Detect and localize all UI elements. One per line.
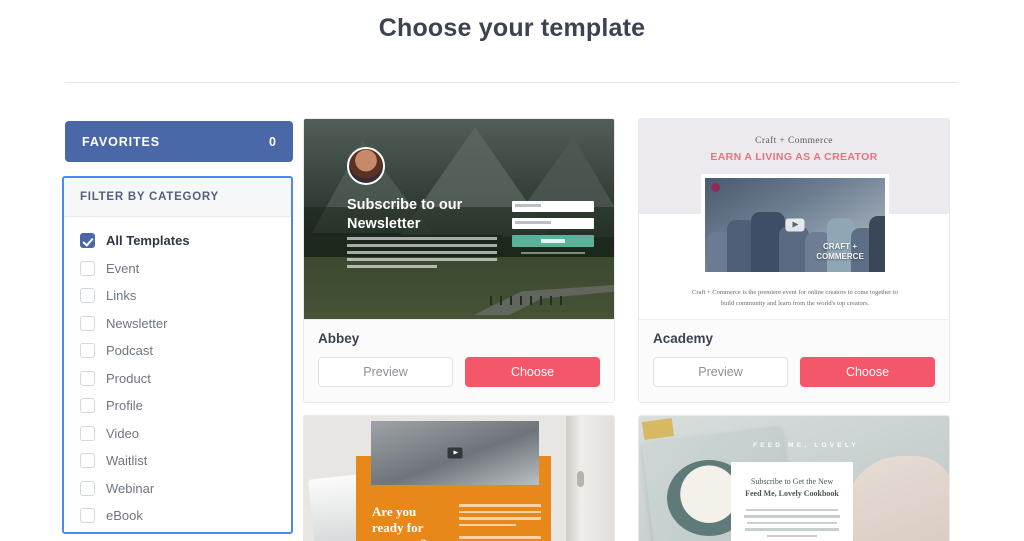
sidebar: FAVORITES 0 FILTER BY CATEGORY All Templ… <box>62 121 293 534</box>
thumbnail-heading: Are you ready for more art? <box>372 504 427 541</box>
card-actions: Preview Choose <box>318 357 600 387</box>
filter-by-category-panel: FILTER BY CATEGORY All Templates Event L… <box>62 176 293 534</box>
video-frame: CRAFT + COMMERCE <box>701 174 889 276</box>
signup-panel: Subscribe to Get the New Feed Me, Lovely… <box>731 462 853 541</box>
filter-option-podcast[interactable]: Podcast <box>64 337 291 365</box>
filter-option-label: Links <box>106 288 137 304</box>
template-thumbnail[interactable]: Craft + Commerce EARN A LIVING AS A CREA… <box>639 119 949 319</box>
checkbox-icon[interactable] <box>80 508 95 524</box>
filter-option-label: All Templates <box>106 233 190 249</box>
choose-template-page: Choose your template FAVORITES 0 FILTER … <box>0 0 1024 541</box>
filter-option-label: Newsletter <box>106 315 168 331</box>
preview-button[interactable]: Preview <box>653 357 788 387</box>
template-thumbnail[interactable]: Subscribe to our Newsletter <box>304 119 614 319</box>
filter-option-all-templates[interactable]: All Templates <box>64 227 291 255</box>
email-field <box>512 218 594 229</box>
filter-option-ebook[interactable]: eBook <box>64 502 291 530</box>
choose-button[interactable]: Choose <box>465 357 600 387</box>
checkbox-icon[interactable] <box>80 398 95 414</box>
filter-option-label: Event <box>106 260 140 276</box>
checkbox-icon[interactable] <box>80 288 95 304</box>
thumbnail-heading: Subscribe to our Newsletter <box>347 197 463 233</box>
filter-option-webinar[interactable]: Webinar <box>64 475 291 503</box>
template-card-abbey[interactable]: Subscribe to our Newsletter Abbey Previe… <box>303 118 615 403</box>
preview-button[interactable]: Preview <box>318 357 453 387</box>
filter-option-label: Waitlist <box>106 453 148 469</box>
filter-option-label: Webinar <box>106 480 155 496</box>
checkbox-icon[interactable] <box>80 453 95 469</box>
thumbnail-signup-form <box>512 201 594 255</box>
brand-label: FEED ME, LOVELY <box>753 442 859 449</box>
filter-option-label: Podcast <box>106 343 153 359</box>
filter-option-label: Video <box>106 425 140 441</box>
thumbnail-body-text: Craft + Commerce is the premiere event f… <box>692 289 898 308</box>
card-footer: Academy Preview Choose <box>639 319 949 402</box>
submit-button <box>512 235 594 247</box>
fine-print <box>521 252 585 255</box>
video-thumbnail <box>371 421 539 485</box>
avatar <box>347 147 385 185</box>
door-shape <box>566 416 614 541</box>
filter-option-newsletter[interactable]: Newsletter <box>64 310 291 338</box>
filter-option-waitlist[interactable]: Waitlist <box>64 447 291 475</box>
panel-heading: Subscribe to Get the New Feed Me, Lovely… <box>743 476 841 500</box>
play-icon <box>447 447 463 459</box>
logo-badge-icon <box>711 183 720 192</box>
template-name: Academy <box>653 331 714 346</box>
thumbnail-paragraph-placeholder <box>459 504 541 541</box>
video-thumbnail: CRAFT + COMMERCE <box>705 178 885 272</box>
checkbox-icon[interactable] <box>80 343 95 359</box>
door-knob <box>577 471 584 487</box>
filter-option-label: eBook <box>106 508 143 524</box>
filter-option-product[interactable]: Product <box>64 365 291 393</box>
filter-option-links[interactable]: Links <box>64 282 291 310</box>
filter-option-profile[interactable]: Profile <box>64 392 291 420</box>
checkbox-icon[interactable] <box>80 315 95 331</box>
filter-option-label: Product <box>106 370 151 386</box>
checkbox-icon[interactable] <box>80 425 95 441</box>
panel-heading-line2: Feed Me, Lovely Cookbook <box>745 489 839 498</box>
template-card-fourth[interactable]: FEED ME, LOVELY Subscribe to Get the New… <box>638 415 950 541</box>
checkbox-icon[interactable] <box>80 260 95 276</box>
checkbox-icon[interactable] <box>80 370 95 386</box>
page-title: Choose your template <box>378 14 646 42</box>
filter-panel-header: FILTER BY CATEGORY <box>64 178 291 217</box>
choose-button[interactable]: Choose <box>800 357 935 387</box>
filter-option-video[interactable]: Video <box>64 420 291 448</box>
template-thumbnail[interactable]: FEED ME, LOVELY Subscribe to Get the New… <box>639 416 949 541</box>
template-name: Abbey <box>318 331 360 346</box>
thumbnail-paragraph-placeholder <box>347 237 497 272</box>
template-card-third[interactable]: Are you ready for more art? <box>303 415 615 541</box>
filter-heading: FILTER BY CATEGORY <box>80 191 219 203</box>
template-thumbnail[interactable]: Are you ready for more art? <box>304 416 614 541</box>
play-icon <box>785 218 805 232</box>
crowd-illustration <box>705 206 885 272</box>
checkbox-icon[interactable] <box>80 480 95 496</box>
panel-paragraph-placeholder <box>743 509 841 541</box>
panel-heading-line1: Subscribe to Get the New <box>750 477 834 486</box>
header-divider <box>65 82 958 83</box>
thumbnail-headline: EARN A LIVING AS A CREATOR <box>710 151 878 163</box>
filter-option-list: All Templates Event Links Newsletter Pod… <box>64 217 291 532</box>
template-card-academy[interactable]: Craft + Commerce EARN A LIVING AS A CREA… <box>638 118 950 403</box>
checkbox-icon[interactable] <box>80 233 95 249</box>
card-footer: Abbey Preview Choose <box>304 319 614 402</box>
favorites-button[interactable]: FAVORITES 0 <box>65 121 293 162</box>
favorites-label: FAVORITES <box>82 134 161 149</box>
favorites-count: 0 <box>269 134 276 149</box>
filter-option-event[interactable]: Event <box>64 255 291 283</box>
thumbnail-kicker: Craft + Commerce <box>755 136 833 146</box>
card-actions: Preview Choose <box>653 357 935 387</box>
name-field <box>512 201 594 212</box>
video-watermark: CRAFT + COMMERCE <box>816 242 864 261</box>
filter-option-label: Profile <box>106 398 143 414</box>
